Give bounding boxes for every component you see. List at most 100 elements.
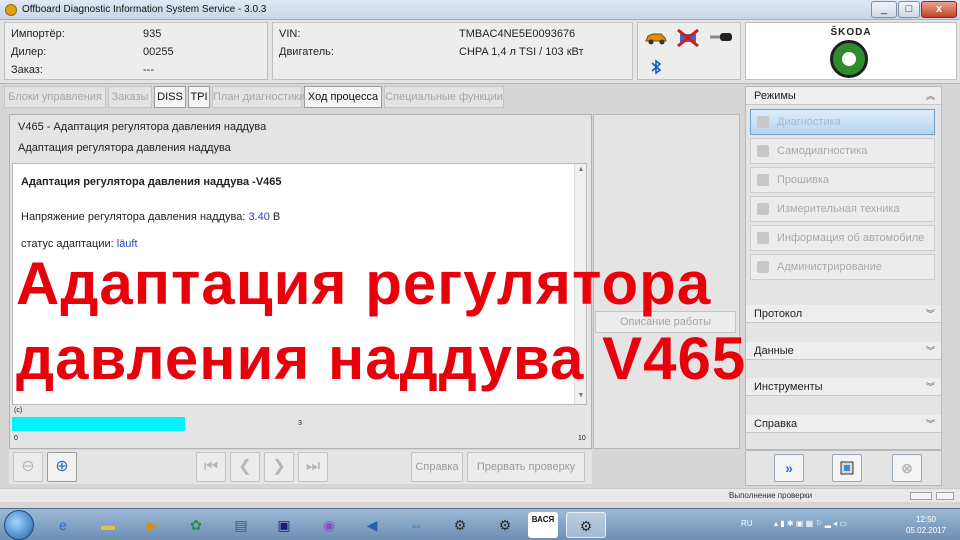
mode-self-diagnosis[interactable]: Самодиагностика [750, 138, 935, 164]
engine-icon[interactable]: ⚙ [566, 512, 606, 538]
window-titlebar: Offboard Diagnostic Information System S… [0, 0, 960, 20]
vehicle-info-icon [757, 232, 769, 244]
dealer-info-box: Импортёр: 935 Дилер: 00255 Заказ: --- [4, 22, 268, 80]
vehicle-info-box: VIN: TMBAC4NE5E0093676 Двигатель: CHPA 1… [272, 22, 633, 80]
breadcrumb-step: Адаптация регулятора давления наддува [18, 142, 231, 154]
app-icon-circle[interactable]: ◉ [313, 512, 345, 538]
status-bar: Выполнение проверки [0, 488, 960, 502]
voltage-unit: В [272, 211, 281, 223]
vasya-label: ВАСЯ [531, 515, 555, 524]
brand-panel: ŠKODA [745, 22, 957, 80]
fullscreen-icon[interactable] [832, 454, 862, 482]
mode-label: Измерительная техника [777, 203, 900, 215]
mode-label: Самодиагностика [777, 145, 868, 157]
cancel-icon[interactable]: ⊗ [892, 454, 922, 482]
bluetooth-icon [651, 59, 662, 75]
help-button[interactable]: Справка [411, 452, 463, 482]
modes-header-label: Режимы [754, 90, 796, 102]
administration-icon [757, 261, 769, 273]
floppy-icon[interactable]: ▣ [268, 512, 300, 538]
scroll-up-icon[interactable]: ▲ [576, 166, 586, 176]
abort-check-button[interactable]: Прервать проверку [467, 452, 585, 482]
help-header-label: Справка [754, 418, 798, 430]
modes-header[interactable]: Режимы ︽ [746, 87, 941, 105]
tab-diagnosis-plan[interactable]: План диагностики [212, 86, 305, 108]
last-page-icon[interactable]: ⏭ [298, 452, 328, 482]
chevron-down-icon: ︾ [925, 346, 935, 356]
help-header[interactable]: Справка ︾ [746, 415, 941, 433]
tab-progress[interactable]: Ход процесса [304, 86, 382, 108]
tool-icon[interactable]: ▤ [225, 512, 257, 538]
data-header[interactable]: Данные ︾ [746, 342, 941, 360]
vin-value: TMBAC4NE5E0093676 [459, 28, 576, 40]
tab-special-functions[interactable]: Специальные функции [384, 86, 504, 108]
previous-icon[interactable]: ❮ [230, 452, 260, 482]
start-button[interactable] [4, 510, 34, 540]
clock-date: 05.02.2017 [906, 526, 947, 535]
app-icon [5, 4, 17, 16]
windows-taskbar: e ▬ ▶ ✿ ▤ ▣ ◉ ◀ ⇔ ⚙ ⚙ ВАСЯ ⚙ RU ▴ ▮ ✱ ▣ … [0, 508, 960, 540]
next-icon[interactable]: ❯ [264, 452, 294, 482]
tab-orders[interactable]: Заказы [108, 86, 152, 108]
status-progress [910, 492, 932, 500]
engine-value: CHPA 1,4 л TSI / 103 кВт [459, 46, 584, 58]
language-indicator[interactable]: RU [741, 519, 753, 528]
ie-icon[interactable]: e [47, 512, 79, 538]
folder-icon[interactable]: ▬ [92, 512, 124, 538]
mode-administration[interactable]: Администрирование [750, 254, 935, 280]
tray-icons[interactable]: ▴ ▮ ✱ ▣ ▦ ⚐ ▂ ◂ ▭ [774, 519, 847, 528]
key-icon [710, 33, 732, 41]
progress-value-label: 3 [298, 420, 302, 427]
engine-icon[interactable]: ⚙ [489, 512, 521, 538]
dealer-value: 00255 [143, 46, 174, 58]
tools-header[interactable]: Инструменты ︾ [746, 378, 941, 396]
maximize-button[interactable]: □ [898, 1, 920, 18]
fullscreen-glyph [840, 461, 854, 475]
progress-header: (c) [14, 407, 23, 414]
breadcrumb-function: V465 - Адаптация регулятора давления над… [18, 121, 267, 133]
mode-diagnosis[interactable]: Диагностика [750, 109, 935, 135]
progress-bar [12, 417, 185, 431]
media-icon[interactable]: ▶ [136, 512, 168, 538]
status-value: läuft [116, 238, 138, 250]
teamviewer-icon[interactable]: ⇔ [400, 512, 432, 538]
first-page-icon[interactable]: ⏮ [196, 452, 226, 482]
engine-icon[interactable]: ⚙ [444, 512, 476, 538]
close-button[interactable]: x [921, 1, 957, 18]
scroll-down-icon[interactable]: ▼ [576, 392, 586, 402]
chevron-down-icon: ︾ [925, 419, 935, 429]
mode-flashing[interactable]: Прошивка [750, 167, 935, 193]
order-label: Заказ: [11, 64, 43, 76]
tools-header-label: Инструменты [754, 381, 823, 393]
importer-value: 935 [143, 28, 162, 40]
mode-label: Информация об автомобиле [777, 232, 925, 244]
mode-vehicle-info[interactable]: Информация об автомобиле [750, 225, 935, 251]
sound-icon[interactable]: ◀ [356, 512, 388, 538]
minimize-button[interactable]: _ [871, 1, 897, 18]
protocol-header[interactable]: Протокол ︾ [746, 305, 941, 323]
status-progress-secondary [936, 492, 954, 500]
modes-panel: Режимы ︽ Диагностика Самодиагностика Про… [745, 86, 942, 450]
zoom-in-icon[interactable]: ⊕ [47, 452, 77, 482]
zoom-out-icon[interactable]: ⊖ [13, 452, 43, 482]
brand-name: ŠKODA [830, 27, 872, 38]
progress-min-label: 0 [14, 435, 18, 442]
measurement-icon [757, 203, 769, 215]
overlay-caption-line1: Адаптация регулятора [16, 250, 712, 317]
clock-time: 12:50 [915, 515, 937, 524]
tab-diss[interactable]: DISS [154, 86, 186, 108]
system-clock[interactable]: 12:50 05.02.2017 [906, 514, 946, 536]
action-toolbar: » ⊗ [745, 450, 942, 486]
vasya-diagnost-icon[interactable]: ВАСЯ [528, 512, 558, 538]
voltage-row: Напряжение регулятора давления наддува: … [21, 211, 280, 223]
tab-tpi[interactable]: TPI [188, 86, 210, 108]
mode-measurement[interactable]: Измерительная техника [750, 196, 935, 222]
forward-button[interactable]: » [774, 454, 804, 482]
voltage-value: 3.40 [248, 211, 270, 223]
progress-max-label: 10 [578, 435, 586, 442]
dealer-label: Дилер: [11, 46, 47, 58]
network-icon[interactable]: ✿ [180, 512, 212, 538]
tab-control-units[interactable]: Блоки управления [4, 86, 106, 108]
navigation-toolbar: ⊖ ⊕ ⏮ ❮ ❯ ⏭ Справка Прервать проверку [9, 450, 592, 484]
importer-label: Импортёр: [11, 28, 65, 40]
